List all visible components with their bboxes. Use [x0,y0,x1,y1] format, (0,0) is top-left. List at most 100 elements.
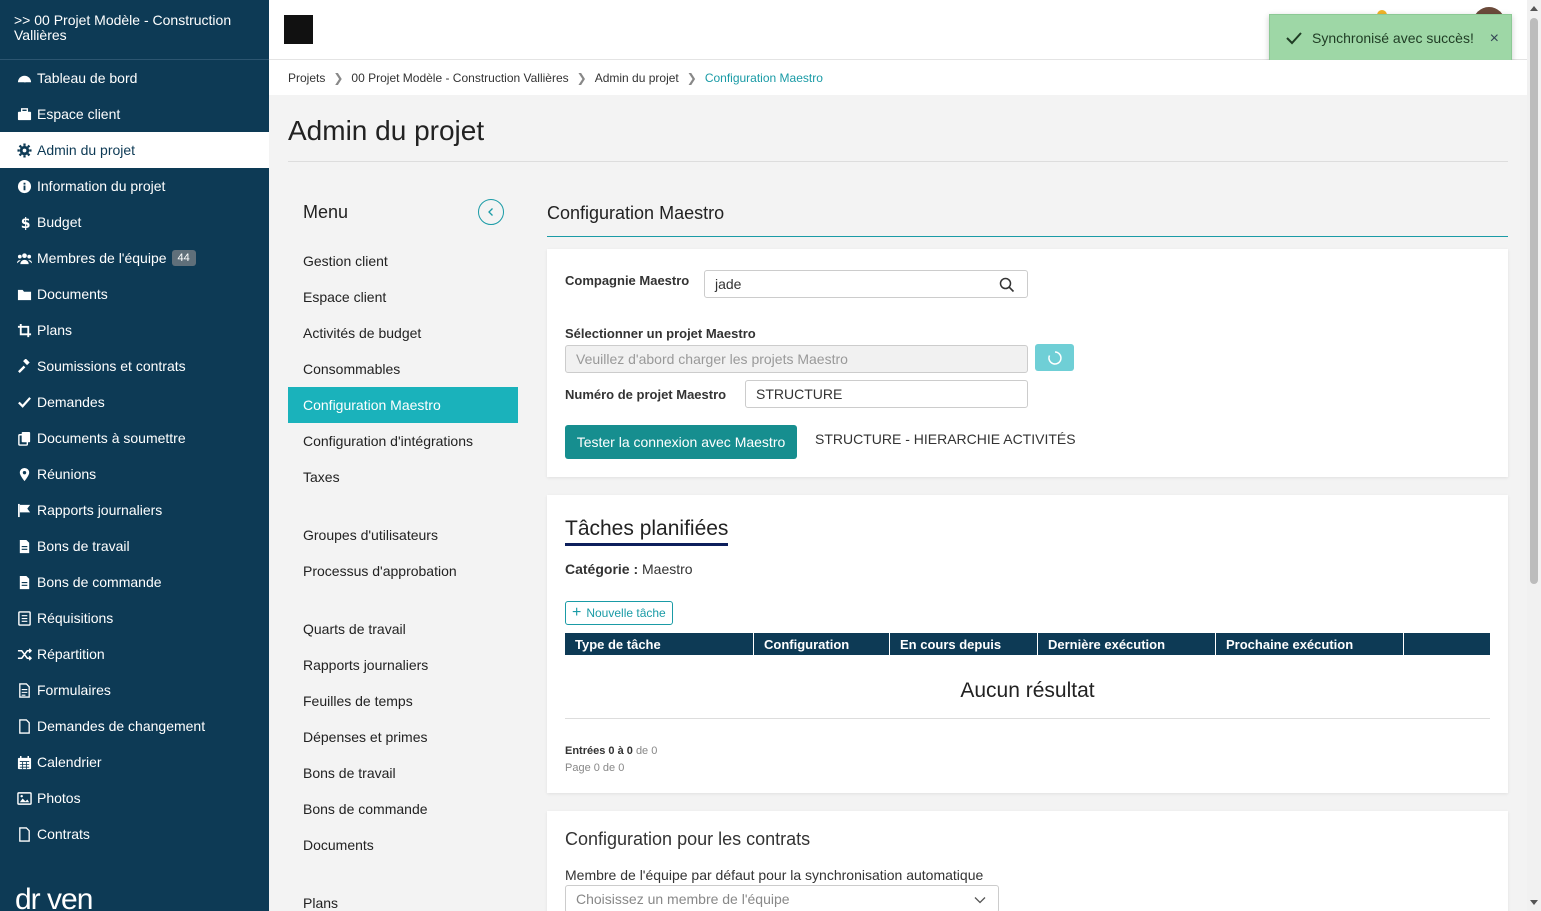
admin-menu-item[interactable]: Dépenses et primes [288,719,518,755]
driven-logo: dr ven [15,883,93,911]
sidebar-item-label: Soumissions et contrats [37,358,186,374]
breadcrumb-admin[interactable]: Admin du projet [595,71,679,85]
sidebar-item[interactable]: Documents [0,276,269,312]
admin-menu-item[interactable]: Espace client [288,279,518,315]
admin-menu-item[interactable]: Quarts de travail [288,611,518,647]
sidebar-item[interactable]: Demandes [0,384,269,420]
admin-menu-item[interactable]: Documents [288,827,518,863]
sidebar-item[interactable]: Admin du projet [0,132,269,168]
sidebar-item[interactable]: Information du projet [0,168,269,204]
sidebar-item[interactable]: Réunions [0,456,269,492]
project-selector[interactable]: >> 00 Projet Modèle - Construction Valli… [0,0,269,60]
spinner-icon [1047,350,1062,365]
sidebar-item-label: Répartition [37,646,105,662]
image-icon [15,789,33,807]
menu-spacer [288,495,518,517]
column-header[interactable]: En cours depuis [890,633,1038,655]
sidebar-item[interactable]: Documents à soumettre [0,420,269,456]
briefcase-icon [15,105,33,123]
scrollbar-thumb[interactable] [1530,18,1538,584]
project-select-placeholder: Veuillez d'abord charger les projets Mae… [576,351,848,367]
file-outline-icon [15,825,33,843]
sidebar-item[interactable]: Bons de commande [0,564,269,600]
breadcrumb-projects[interactable]: Projets [288,71,325,85]
tasks-title: Tâches planifiées [565,517,729,546]
admin-menu-item[interactable]: Activités de budget [288,315,518,351]
folder-icon [15,285,33,303]
info-icon [15,177,33,195]
sidebar-item-label: Admin du projet [37,142,136,158]
breadcrumb-project[interactable]: 00 Projet Modèle - Construction Vallière… [351,71,568,85]
column-header[interactable]: Dernière exécution [1038,633,1216,655]
sidebar-item[interactable]: Photos [0,780,269,816]
new-task-button[interactable]: + Nouvelle tâche [565,601,673,625]
toast-close-button[interactable]: × [1490,30,1499,48]
member-label: Membre de l'équipe par défaut pour la sy… [565,867,984,883]
sidebar-item[interactable]: Espace client [0,96,269,132]
chevron-right-icon: ❯ [576,70,587,85]
sidebar-item[interactable]: Tableau de bord [0,60,269,96]
page-title: Admin du projet [288,115,485,146]
project-number-input[interactable]: STRUCTURE [745,380,1028,408]
sidebar-item[interactable]: Membres de l'équipe 44 [0,240,269,276]
admin-menu-item[interactable]: Bons de travail [288,755,518,791]
collapse-menu-button[interactable] [478,199,504,225]
admin-menu-item[interactable]: Feuilles de temps [288,683,518,719]
column-header[interactable]: Configuration [754,633,890,655]
sidebar-item[interactable]: Répartition [0,636,269,672]
column-header[interactable]: Type de tâche [565,633,754,655]
admin-menu-item[interactable]: Consommables [288,351,518,387]
sidebar-item[interactable]: Demandes de changement [0,708,269,744]
category-value: Maestro [642,561,693,577]
new-task-label: Nouvelle tâche [586,606,666,620]
form-icon [15,681,33,699]
dashboard-icon [15,69,33,87]
scroll-down-arrow-icon[interactable] [1530,900,1538,905]
sidebar-item-label: Réunions [37,466,97,482]
title-divider [288,161,1508,162]
scroll-up-arrow-icon[interactable] [1530,6,1538,11]
test-connection-button[interactable]: Tester la connexion avec Maestro [565,425,797,459]
sidebar-item[interactable]: Plans [0,312,269,348]
menu-spacer [288,589,518,611]
file-outline-icon [15,717,33,735]
entries-count: Entrées 0 à 0 [565,745,633,757]
admin-menu-item[interactable]: Plans [288,885,518,911]
project-number-value: STRUCTURE [756,386,843,402]
sidebar-item[interactable]: Formulaires [0,672,269,708]
breadcrumb: Projets ❯ 00 Projet Modèle - Constructio… [269,60,1527,95]
sidebar-item-label: Photos [37,790,81,806]
admin-menu-item[interactable]: Bons de commande [288,791,518,827]
sidebar-item[interactable]: Réquisitions [0,600,269,636]
gavel-icon [15,357,33,375]
admin-menu-item[interactable]: Rapports journaliers [288,647,518,683]
search-icon[interactable] [999,277,1015,293]
column-header[interactable]: Prochaine exécution [1216,633,1404,655]
sidebar-item[interactable]: Contrats [0,816,269,852]
column-header [1404,633,1490,655]
maestro-connection-card: Compagnie Maestro jade Sélectionner un p… [547,249,1508,477]
company-search-input[interactable]: jade [704,270,1028,298]
admin-menu-item[interactable]: Gestion client [288,243,518,279]
chevron-left-icon [488,208,493,216]
admin-menu-item[interactable]: Configuration Maestro [288,387,518,423]
chevron-right-icon: ❯ [333,70,344,85]
sidebar-item[interactable]: Bons de travail [0,528,269,564]
member-select[interactable]: Choisissez un membre de l'équipe [565,885,999,911]
sidebar-item-label: Tableau de bord [37,70,138,86]
company-logo[interactable] [284,15,313,44]
sidebar-item[interactable]: Calendrier [0,744,269,780]
config-content: Configuration Maestro Compagnie Maestro … [547,181,1508,911]
file-icon [15,573,33,591]
admin-menu-item[interactable]: Configuration d'intégrations [288,423,518,459]
sidebar-item[interactable]: Rapports journaliers [0,492,269,528]
chevron-right-icon: ❯ [686,70,697,85]
admin-menu-item[interactable]: Processus d'approbation [288,553,518,589]
admin-menu-item[interactable]: Taxes [288,459,518,495]
load-projects-button[interactable] [1035,344,1074,371]
project-select: Veuillez d'abord charger les projets Mae… [565,345,1028,373]
admin-menu-item[interactable]: Groupes d'utilisateurs [288,517,518,553]
sidebar-item[interactable]: Soumissions et contrats [0,348,269,384]
page-scrollbar[interactable] [1527,0,1541,911]
sidebar-item[interactable]: $ Budget [0,204,269,240]
